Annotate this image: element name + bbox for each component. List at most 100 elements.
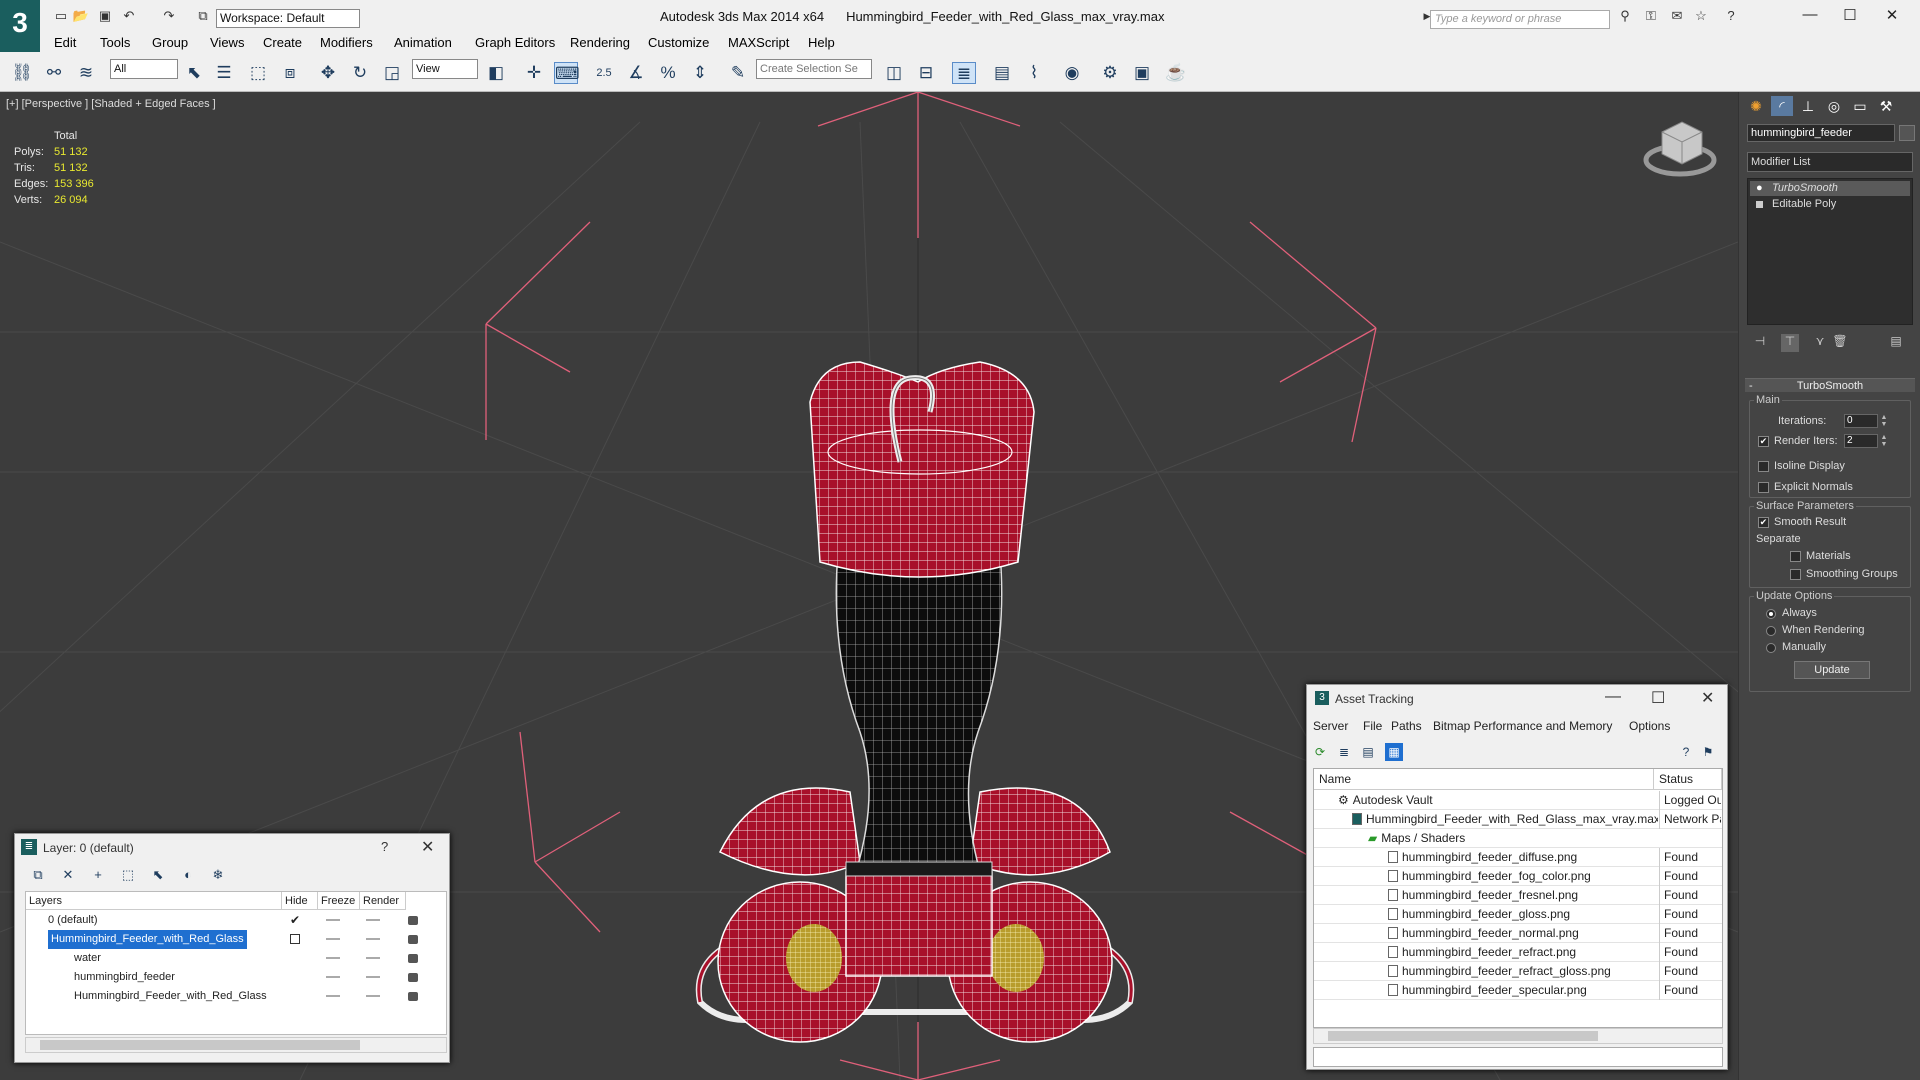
curve-editor-icon[interactable]: ⌇ (1022, 62, 1046, 84)
menu-tools[interactable]: Tools (100, 35, 130, 50)
col-freeze[interactable]: Freeze (318, 892, 360, 910)
layer-horizontal-scrollbar[interactable] (25, 1037, 447, 1053)
explicit-normals-checkbox[interactable] (1758, 482, 1769, 493)
render-setup-icon[interactable]: ⚙ (1098, 62, 1122, 84)
window-crossing-icon[interactable]: ⧈ (278, 62, 302, 84)
stack-item-editable-poly[interactable]: Editable Poly (1750, 197, 1910, 212)
rollout-header[interactable]: - TurboSmooth (1745, 378, 1915, 392)
asset-row[interactable]: Hummingbird_Feeder_with_Red_Glass_max_vr… (1314, 810, 1722, 829)
menu-help[interactable]: Help (808, 35, 835, 50)
binoculars-icon[interactable]: ⚲ (1616, 8, 1634, 24)
layer-close-button[interactable]: ✕ (421, 837, 434, 857)
update-button[interactable]: Update (1794, 661, 1870, 679)
menu-views[interactable]: Views (210, 35, 244, 50)
asset-row[interactable]: hummingbird_feeder_gloss.png Found (1314, 905, 1722, 924)
close-button[interactable]: ✕ (1872, 6, 1912, 26)
render-production-icon[interactable]: ☕ (1164, 62, 1188, 84)
align-icon[interactable]: ⊟ (914, 62, 938, 84)
asset-row[interactable]: hummingbird_feeder_normal.png Found (1314, 924, 1722, 943)
select-and-link-icon[interactable]: ⛓ (10, 62, 34, 84)
pivot-center-icon[interactable]: ◧ (484, 62, 508, 84)
delete-layer-icon[interactable]: ✕ (59, 867, 77, 883)
angle-snap-icon[interactable]: ∡ (624, 62, 648, 84)
col-hide[interactable]: Hide (282, 892, 318, 910)
utilities-tab-icon[interactable]: ⚒ (1875, 96, 1897, 116)
menu-group[interactable]: Group (152, 35, 188, 50)
col-render[interactable]: Render (360, 892, 406, 910)
menu-maxscript[interactable]: MAXScript (728, 35, 789, 50)
refresh-icon[interactable]: ⟳ (1311, 743, 1329, 761)
menu-modifiers[interactable]: Modifiers (320, 35, 373, 50)
asset-context-help-icon[interactable]: ⚑ (1699, 743, 1717, 761)
asset-close-button[interactable]: ✕ (1701, 688, 1714, 708)
when-rendering-radio[interactable] (1766, 626, 1776, 636)
iterations-spinner-arrows[interactable]: ▲ ▼ (1880, 414, 1888, 428)
object-name-field[interactable]: hummingbird_feeder (1747, 124, 1895, 142)
asset-row[interactable]: hummingbird_feeder_fog_color.png Found (1314, 867, 1722, 886)
asset-menu-paths[interactable]: Paths (1391, 719, 1422, 733)
redo-icon[interactable]: ↷ (160, 8, 178, 24)
select-object-icon[interactable]: ⬉ (182, 62, 206, 84)
asset-row[interactable]: hummingbird_feeder_fresnel.png Found (1314, 886, 1722, 905)
rotate-icon[interactable]: ↻ (348, 62, 372, 84)
col-name[interactable]: Name (1314, 769, 1654, 790)
minimize-button[interactable]: — (1790, 6, 1830, 26)
col-status[interactable]: Status (1654, 769, 1722, 790)
menu-graph-editors[interactable]: Graph Editors (475, 35, 555, 50)
selection-filter-dropdown[interactable]: All (110, 59, 178, 79)
workspace-dropdown[interactable]: Workspace: Default (216, 9, 360, 28)
undo-icon[interactable]: ↶ (120, 8, 138, 24)
create-tab-icon[interactable]: ✺ (1745, 96, 1767, 116)
stack-item-turbosmooth[interactable]: ● TurboSmooth (1750, 181, 1910, 196)
subscription-icon[interactable]: ⚿ (1642, 8, 1660, 24)
favorites-star-icon[interactable]: ☆ (1692, 8, 1710, 24)
configure-modifier-sets-icon[interactable]: ▤ (1887, 334, 1905, 352)
pin-stack-icon[interactable]: ⊣ (1751, 334, 1769, 352)
layer-row[interactable]: Hummingbird_Feeder_with_Red_Glass (26, 987, 446, 1006)
asset-help-icon[interactable]: ? (1677, 743, 1695, 761)
asset-row[interactable]: ⚙ Autodesk Vault Logged Out (1314, 791, 1722, 810)
scale-icon[interactable]: ◲ (380, 62, 404, 84)
smooth-result-checkbox[interactable]: ✔ (1758, 517, 1769, 528)
menu-animation[interactable]: Animation (394, 35, 452, 50)
modifier-list-dropdown[interactable]: Modifier List (1747, 152, 1913, 172)
viewport-label[interactable]: [+] [Perspective ] [Shaded + Edged Faces… (6, 98, 216, 110)
layer-row[interactable]: 0 (default) ✔ (26, 911, 446, 930)
move-icon[interactable]: ✥ (316, 62, 340, 84)
menu-edit[interactable]: Edit (54, 35, 76, 50)
asset-row[interactable]: hummingbird_feeder_specular.png Found (1314, 981, 1722, 1000)
iterations-spinner[interactable]: 0 (1844, 414, 1878, 428)
manually-radio[interactable] (1766, 643, 1776, 653)
maximize-button[interactable]: ☐ (1830, 6, 1870, 26)
save-file-icon[interactable]: ▣ (96, 8, 114, 24)
asset-row[interactable]: hummingbird_feeder_refract_gloss.png Foun… (1314, 962, 1722, 981)
app-logo[interactable]: 3 (0, 0, 40, 52)
always-radio[interactable] (1766, 609, 1776, 619)
unlink-icon[interactable]: ⚯ (42, 62, 66, 84)
layer-row[interactable]: hummingbird_feeder (26, 968, 446, 987)
active-layer-check-icon[interactable]: ✔ (290, 911, 300, 930)
render-iters-spinner-arrows[interactable]: ▲ ▼ (1880, 434, 1888, 448)
menu-rendering[interactable]: Rendering (570, 35, 630, 50)
table-view-icon[interactable]: ▦ (1385, 743, 1403, 761)
motion-tab-icon[interactable]: ◎ (1823, 96, 1845, 116)
freeze-all-layers-icon[interactable]: ❄ (209, 867, 227, 883)
create-layer-icon[interactable]: ⧉ (29, 867, 47, 883)
layer-help-button[interactable]: ? (381, 839, 388, 854)
asset-row[interactable]: hummingbird_feeder_refract.png Found (1314, 943, 1722, 962)
list-view-icon[interactable]: ≣ (1335, 743, 1353, 761)
asset-menu-file[interactable]: File (1363, 719, 1382, 733)
snaps-toggle-icon[interactable]: 2.5 (592, 62, 616, 84)
communication-icon[interactable]: ✉ (1668, 8, 1686, 24)
remove-modifier-icon[interactable]: 🗑 (1831, 334, 1849, 352)
graphite-ribbon-icon[interactable]: ▤ (990, 62, 1014, 84)
material-editor-icon[interactable]: ◉ (1060, 62, 1084, 84)
asset-menu-options[interactable]: Options (1629, 719, 1670, 733)
bind-to-space-warp-icon[interactable]: ≋ (74, 62, 98, 84)
add-to-layer-icon[interactable]: + (89, 867, 107, 883)
col-layers[interactable]: Layers (26, 892, 282, 910)
select-in-layer-icon[interactable]: ⬚ (119, 867, 137, 883)
percent-snap-icon[interactable]: % (656, 62, 680, 84)
asset-maximize-button[interactable]: ☐ (1651, 688, 1665, 708)
smoothing-groups-checkbox[interactable] (1790, 569, 1801, 580)
